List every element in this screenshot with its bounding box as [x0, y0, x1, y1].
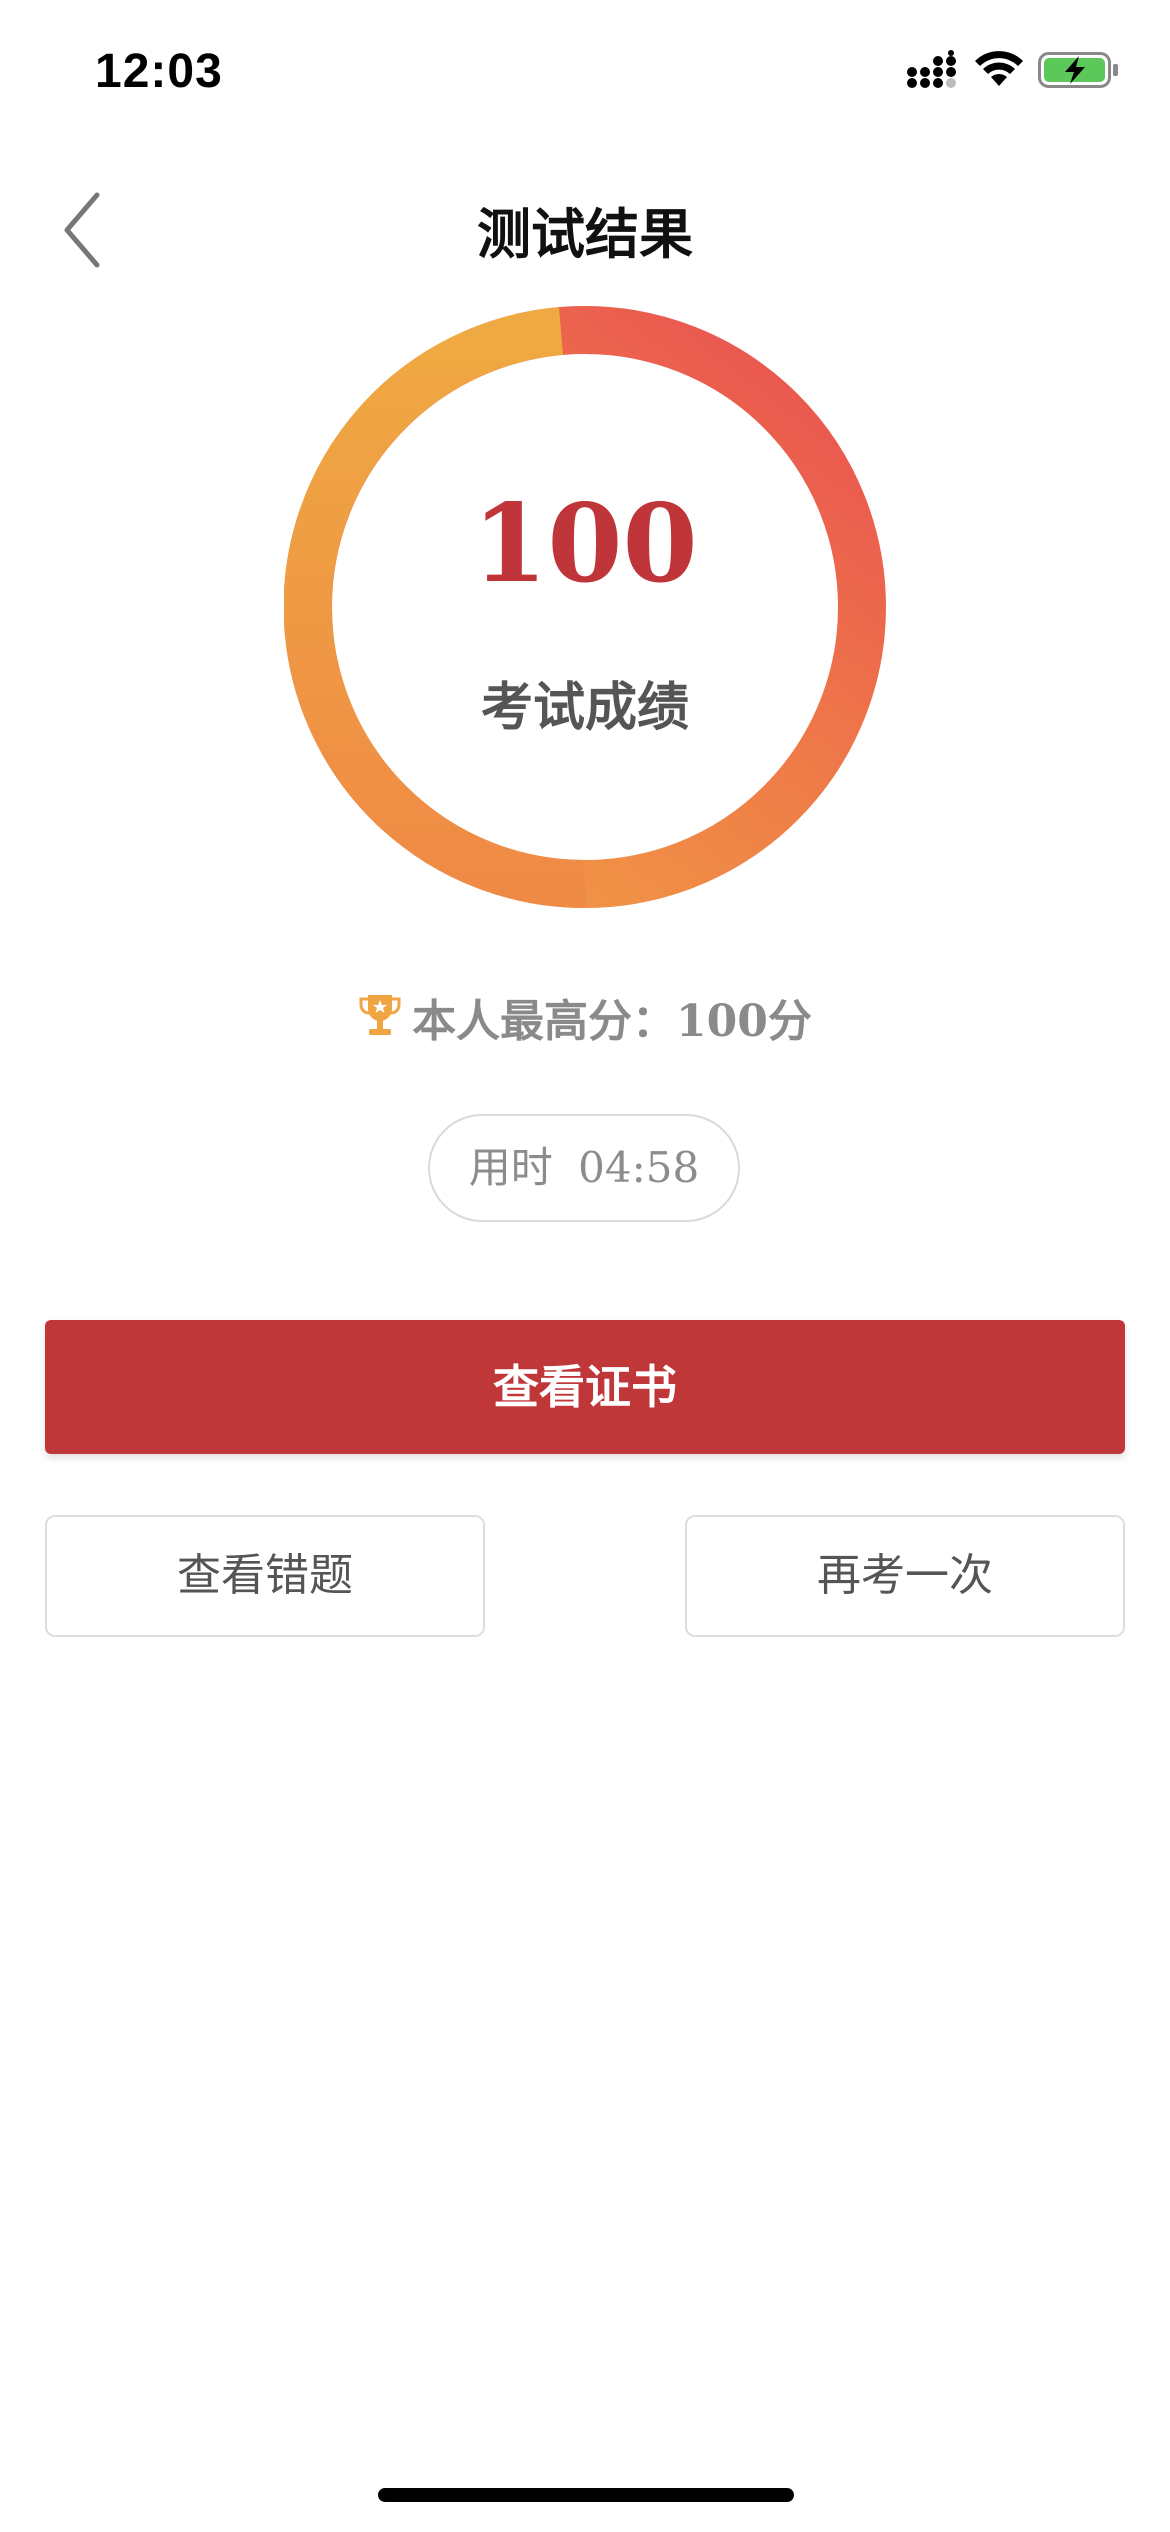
page-title: 测试结果	[477, 202, 693, 266]
time-used-label: 用时	[468, 1143, 553, 1192]
battery-charging-icon	[1038, 52, 1118, 88]
wifi-icon	[975, 51, 1023, 86]
ring-left-arc	[284, 307, 586, 908]
view-certificate-button[interactable]: 查看证书	[45, 1320, 1125, 1454]
home-indicator[interactable]	[378, 2488, 794, 2502]
score-ring	[284, 306, 886, 908]
score-label: 考试成绩	[480, 677, 689, 738]
best-score-row: 本人最高分：100分	[0, 985, 1170, 1054]
view-wrong-questions-button[interactable]: 查看错题	[45, 1515, 485, 1637]
status-bar: 12:03	[0, 0, 1170, 150]
time-used-badge: 用时 04:58	[428, 1114, 740, 1222]
score-value: 100	[472, 481, 698, 607]
status-time: 12:03	[95, 45, 223, 98]
time-used-value: 04:58	[578, 1143, 700, 1192]
signal-icon	[907, 50, 956, 88]
trophy-icon	[358, 991, 402, 1050]
nav-bar: 测试结果	[0, 170, 1170, 280]
best-score-text: 本人最高分：100分	[412, 996, 812, 1047]
retake-exam-button[interactable]: 再考一次	[685, 1515, 1125, 1637]
